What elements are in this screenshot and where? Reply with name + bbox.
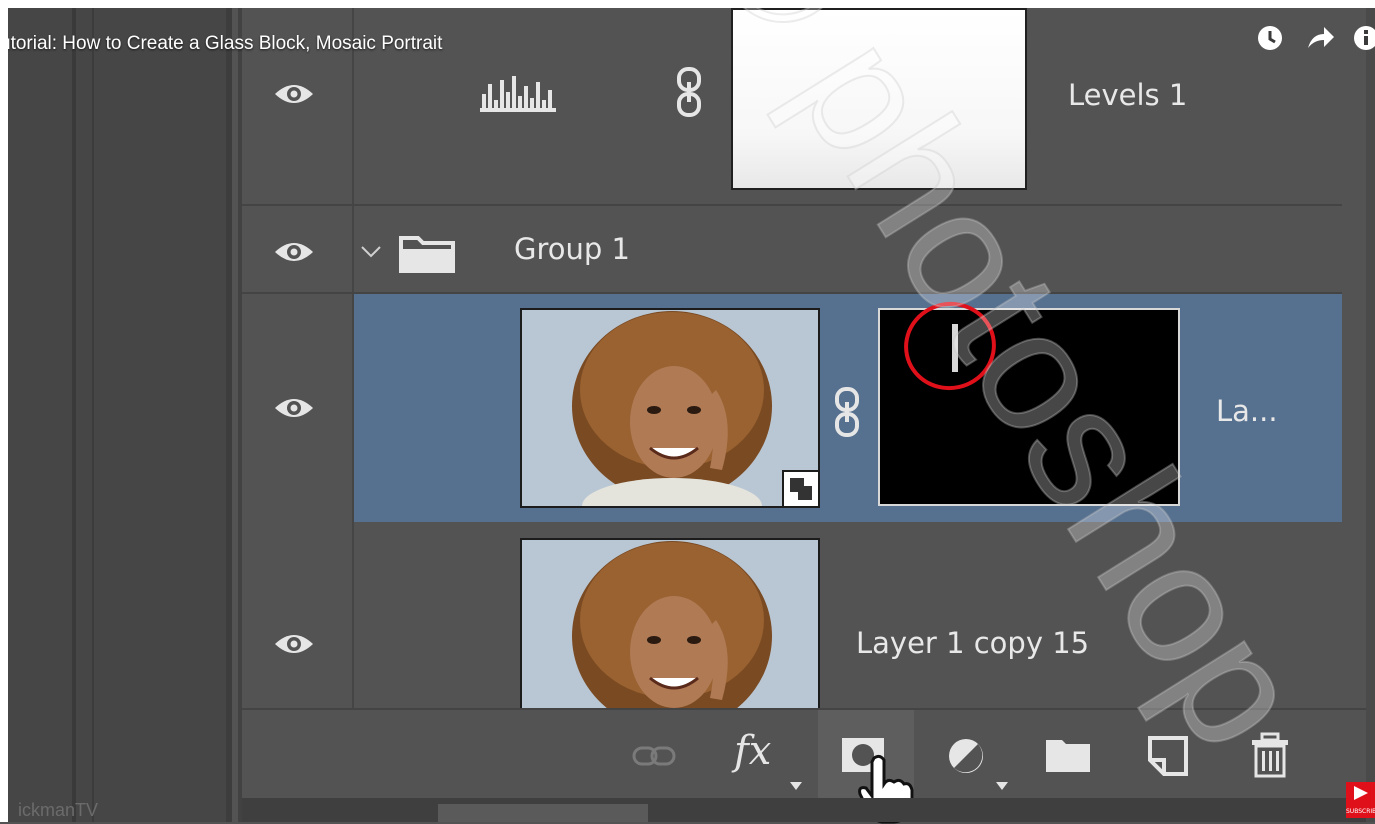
layer-photo-thumbnail[interactable] <box>520 538 820 710</box>
new-group-icon[interactable] <box>1042 730 1094 782</box>
layers-toolbar: fx <box>242 708 1366 824</box>
layer-name-group[interactable]: Group 1 <box>514 232 630 266</box>
new-layer-icon[interactable] <box>1142 730 1194 782</box>
visibility-column <box>242 206 354 294</box>
layer-name-copy[interactable]: Layer 1 copy 15 <box>856 626 1089 660</box>
visibility-column <box>242 522 354 708</box>
annotation-circle <box>904 301 996 391</box>
portrait-image <box>522 310 818 506</box>
frame-border <box>0 0 8 822</box>
panel-scrollbar[interactable] <box>1366 0 1375 822</box>
watch-later-icon[interactable] <box>1256 24 1284 52</box>
eye-icon[interactable] <box>272 386 316 430</box>
portrait-image <box>522 540 818 708</box>
visibility-column <box>242 294 354 522</box>
fx-icon[interactable]: fx <box>734 728 771 774</box>
eye-icon[interactable] <box>272 622 316 666</box>
video-title[interactable]: utorial: How to Create a Glass Block, Mo… <box>0 28 442 60</box>
levels-mask-thumbnail[interactable] <box>731 8 1027 190</box>
levels-icon <box>480 76 556 112</box>
layer-name-levels[interactable]: Levels 1 <box>1068 78 1187 112</box>
channel-watermark: ickmanTV <box>18 800 99 820</box>
layer-row-copy[interactable]: Layer 1 copy 15 <box>242 522 1342 710</box>
panel-footer <box>242 798 1366 822</box>
delete-layer-icon[interactable] <box>1244 730 1296 782</box>
dock-divider <box>72 0 76 822</box>
eye-icon[interactable] <box>272 230 316 274</box>
dropdown-arrow-icon <box>996 782 1008 790</box>
folder-icon <box>399 236 455 273</box>
subscribe-badge[interactable]: SUBSCRIBE <box>1346 782 1375 818</box>
frame-border <box>0 0 1375 8</box>
share-icon[interactable] <box>1306 24 1336 52</box>
chevron-down-icon[interactable] <box>360 244 382 260</box>
layer-name-selected[interactable]: La... <box>1216 394 1278 428</box>
link-layers-icon[interactable] <box>628 730 680 782</box>
adjustment-layer-icon[interactable] <box>940 730 992 782</box>
layers-panel: Levels 1 Group 1 La... Layer 1 copy 15 <box>242 8 1366 710</box>
play-icon <box>1354 786 1368 800</box>
dock-divider <box>92 0 94 822</box>
subscribe-label: SUBSCRIBE <box>1346 808 1375 815</box>
dropdown-arrow-icon <box>790 782 802 790</box>
layer-row-group[interactable]: Group 1 <box>242 206 1342 294</box>
smart-object-badge-icon <box>782 470 818 506</box>
layer-photo-thumbnail[interactable] <box>520 308 820 508</box>
panel-divider <box>226 0 232 822</box>
chain-link-icon[interactable] <box>674 66 704 118</box>
eye-icon[interactable] <box>272 72 316 116</box>
panel-scroll-track[interactable] <box>438 804 648 822</box>
info-icon[interactable] <box>1352 24 1375 52</box>
left-dock <box>0 0 232 822</box>
chain-link-icon[interactable] <box>832 386 862 438</box>
layer-row-selected[interactable]: La... <box>242 294 1342 522</box>
